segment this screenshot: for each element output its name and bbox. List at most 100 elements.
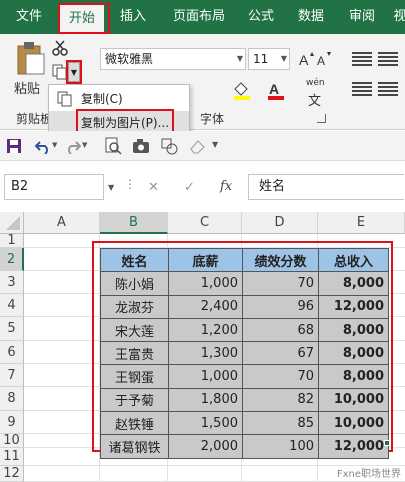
table-header-cell[interactable]: 绩效分数 bbox=[242, 247, 319, 273]
row-header-5[interactable]: 5 bbox=[0, 317, 24, 341]
table-cell[interactable]: 2,000 bbox=[168, 434, 243, 459]
table-cell[interactable]: 8,000 bbox=[318, 364, 389, 389]
eraser-icon[interactable] bbox=[188, 137, 206, 155]
align-bottom-center-icon[interactable] bbox=[378, 82, 398, 96]
table-cell[interactable]: 1,200 bbox=[168, 317, 243, 343]
font-size-combo[interactable]: 11 ▼ bbox=[248, 48, 290, 70]
phonetic-label[interactable]: wén bbox=[306, 78, 325, 88]
table-cell[interactable]: 龙淑芬 bbox=[100, 294, 169, 319]
table-header-cell[interactable]: 总收入 bbox=[318, 247, 389, 273]
name-box-dropdown-icon[interactable]: ▼ bbox=[108, 183, 114, 192]
font-name-combo[interactable]: 微软雅黑 ▼ bbox=[100, 48, 246, 70]
redo-icon[interactable] bbox=[64, 138, 82, 154]
table-cell[interactable]: 82 bbox=[242, 387, 319, 413]
decrease-font-icon[interactable]: A bbox=[316, 50, 334, 68]
row-header-8[interactable]: 8 bbox=[0, 387, 24, 411]
tab-page-layout[interactable]: 页面布局 bbox=[164, 0, 234, 34]
row-header-3[interactable]: 3 bbox=[0, 271, 24, 294]
table-cell[interactable]: 赵铁锤 bbox=[100, 411, 169, 436]
table-cell[interactable]: 8,000 bbox=[318, 341, 389, 366]
table-row: 宋大莲 1,200 68 8,000 bbox=[100, 317, 389, 343]
formula-input[interactable]: 姓名 bbox=[248, 174, 404, 200]
tab-insert[interactable]: 插入 bbox=[110, 0, 156, 34]
font-size-value: 11 bbox=[253, 52, 269, 66]
column-header-b[interactable]: B bbox=[100, 212, 168, 234]
table-cell[interactable]: 1,000 bbox=[168, 271, 243, 296]
select-all-corner[interactable] bbox=[0, 212, 24, 234]
tab-view[interactable]: 视 bbox=[390, 0, 405, 34]
table-cell[interactable]: 于予菊 bbox=[100, 387, 169, 413]
table-cell[interactable]: 宋大莲 bbox=[100, 317, 169, 343]
align-left-icon[interactable] bbox=[352, 52, 372, 66]
table-cell[interactable]: 2,400 bbox=[168, 294, 243, 319]
row-header-2[interactable]: 2 bbox=[0, 248, 24, 271]
table-cell[interactable]: 王富贵 bbox=[100, 341, 169, 366]
table-cell[interactable]: 85 bbox=[242, 411, 319, 436]
column-header-a[interactable]: A bbox=[24, 212, 100, 234]
confirm-entry-button[interactable]: ✓ bbox=[184, 180, 195, 195]
name-box[interactable]: B2 bbox=[4, 174, 104, 200]
row-header-9[interactable]: 9 bbox=[0, 411, 24, 434]
customize-qat-icon[interactable]: ▼ bbox=[212, 140, 218, 149]
row-header-1[interactable]: 1 bbox=[0, 234, 24, 248]
table-cell[interactable]: 1,800 bbox=[168, 387, 243, 413]
tab-file[interactable]: 文件 bbox=[0, 0, 58, 34]
align-center-icon[interactable] bbox=[378, 52, 398, 66]
cut-icon[interactable] bbox=[52, 40, 68, 56]
table-cell[interactable]: 100 bbox=[242, 434, 319, 459]
row-header-11[interactable]: 11 bbox=[0, 448, 24, 466]
redo-dropdown-icon[interactable]: ▼ bbox=[82, 141, 87, 149]
row-header-12[interactable]: 12 bbox=[0, 466, 24, 482]
phonetic-icon[interactable]: 文 bbox=[308, 90, 321, 109]
table-cell[interactable]: 1,300 bbox=[168, 341, 243, 366]
increase-font-icon[interactable]: A bbox=[298, 50, 316, 68]
save-icon[interactable] bbox=[6, 138, 22, 154]
fill-color-icon[interactable] bbox=[232, 80, 252, 100]
row-header-6[interactable]: 6 bbox=[0, 341, 24, 364]
tab-formulas[interactable]: 公式 bbox=[238, 0, 284, 34]
table-cell[interactable]: 8,000 bbox=[318, 317, 389, 343]
paste-icon[interactable] bbox=[14, 40, 46, 76]
column-header-e[interactable]: E bbox=[318, 212, 405, 234]
table-cell[interactable]: 12,000 bbox=[318, 434, 389, 459]
font-dialog-launcher-icon[interactable] bbox=[317, 114, 326, 123]
table-cell[interactable]: 8,000 bbox=[318, 271, 389, 296]
undo-icon[interactable] bbox=[34, 138, 52, 154]
row-header-4[interactable]: 4 bbox=[0, 294, 24, 317]
table-row: 于予菊 1,800 82 10,000 bbox=[100, 387, 389, 413]
table-cell[interactable]: 67 bbox=[242, 341, 319, 366]
fill-handle[interactable] bbox=[384, 440, 390, 446]
print-preview-icon[interactable] bbox=[104, 137, 122, 155]
table-header-cell[interactable]: 姓名 bbox=[100, 247, 169, 273]
table-cell[interactable]: 王钢蛋 bbox=[100, 364, 169, 389]
row-header-10[interactable]: 10 bbox=[0, 434, 24, 448]
paste-label[interactable]: 粘贴 bbox=[14, 78, 40, 97]
column-header-d[interactable]: D bbox=[242, 212, 318, 234]
cancel-entry-button[interactable]: ✕ bbox=[148, 180, 159, 195]
align-bottom-left-icon[interactable] bbox=[352, 82, 372, 96]
formula-bar-splitter-icon[interactable]: ⋮ bbox=[124, 178, 136, 190]
tab-data[interactable]: 数据 bbox=[288, 0, 334, 34]
table-cell[interactable]: 12,000 bbox=[318, 294, 389, 319]
font-color-icon[interactable]: A bbox=[266, 80, 286, 100]
table-cell[interactable]: 诸葛钢铁 bbox=[100, 434, 169, 459]
tab-review[interactable]: 审阅 bbox=[340, 0, 384, 34]
table-cell[interactable]: 10,000 bbox=[318, 387, 389, 413]
table-cell[interactable]: 70 bbox=[242, 364, 319, 389]
table-row: 陈小娟 1,000 70 8,000 bbox=[100, 271, 389, 296]
column-header-c[interactable]: C bbox=[168, 212, 242, 234]
table-header-cell[interactable]: 底薪 bbox=[168, 247, 243, 273]
menu-item-copy[interactable]: 复制(C) bbox=[49, 87, 189, 111]
table-cell[interactable]: 1,000 bbox=[168, 364, 243, 389]
table-cell[interactable]: 70 bbox=[242, 271, 319, 296]
insert-function-button[interactable]: fx bbox=[220, 179, 232, 194]
table-cell[interactable]: 陈小娟 bbox=[100, 271, 169, 296]
table-cell[interactable]: 1,500 bbox=[168, 411, 243, 436]
shapes-icon[interactable] bbox=[160, 137, 178, 155]
table-cell[interactable]: 68 bbox=[242, 317, 319, 343]
table-cell[interactable]: 96 bbox=[242, 294, 319, 319]
table-cell[interactable]: 10,000 bbox=[318, 411, 389, 436]
row-header-7[interactable]: 7 bbox=[0, 364, 24, 387]
undo-dropdown-icon[interactable]: ▼ bbox=[52, 141, 57, 149]
camera-icon[interactable] bbox=[132, 138, 150, 154]
